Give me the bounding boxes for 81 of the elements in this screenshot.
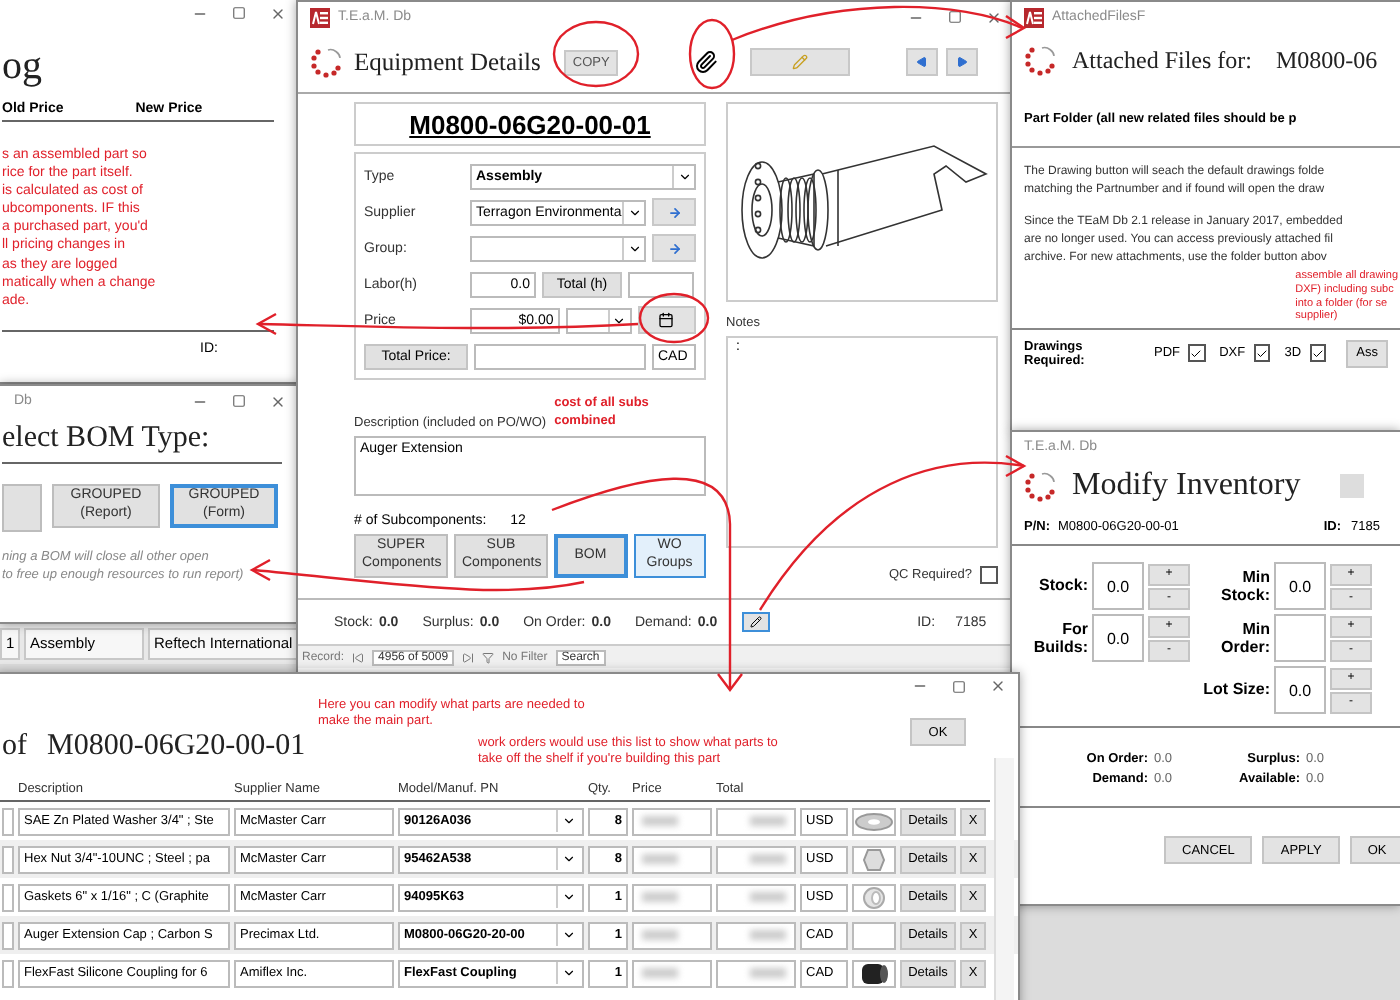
pencil-icon: [791, 54, 808, 70]
field-label: Lot Size:: [1202, 680, 1270, 700]
blurred-value: [632, 883, 712, 911]
chevron-down-icon: [561, 890, 575, 904]
annotation-ellipse: [552, 20, 640, 88]
blurred-value: [716, 921, 796, 949]
chevron-down-icon: [677, 169, 691, 183]
chevron-down-icon: [612, 313, 627, 327]
edit-button[interactable]: [741, 612, 770, 632]
chevron-down-icon: [561, 928, 575, 942]
blurred-value: [632, 921, 712, 949]
chevron-down-icon: [561, 852, 575, 866]
close-icon[interactable]: [990, 678, 1006, 694]
window-title: Modify Inventory: [1072, 468, 1301, 504]
blurred-value: [716, 883, 796, 911]
filter-icon[interactable]: [482, 651, 495, 663]
logo-icon: [310, 46, 346, 78]
maximize-icon[interactable]: [948, 10, 962, 24]
field-label: For Builds:: [1031, 619, 1088, 657]
pencil-icon: [749, 616, 762, 628]
blurred-value: [632, 807, 712, 835]
triangle-right-icon: [955, 56, 968, 68]
go-button[interactable]: [652, 198, 696, 226]
drawing-checkbox[interactable]: [1309, 344, 1327, 363]
drawing-checkbox[interactable]: [1188, 344, 1206, 363]
window-title: of: [2, 729, 27, 763]
go-button[interactable]: [652, 234, 696, 262]
number-field[interactable]: [1274, 614, 1326, 662]
last-record-icon[interactable]: [462, 651, 475, 663]
part-number: M0800-06: [1275, 45, 1378, 75]
window-title: elect BOM Type:: [2, 422, 210, 454]
calendar-icon: [658, 312, 675, 328]
field-label: Min Order:: [1219, 619, 1270, 657]
annotation-ellipse: [638, 292, 710, 344]
blurred-value: [632, 959, 712, 987]
scrollbar[interactable]: [994, 758, 1014, 1000]
previous-button[interactable]: [905, 48, 938, 76]
currency-dropdown[interactable]: [565, 307, 632, 333]
number-field[interactable]: 0.0: [1092, 614, 1144, 662]
drawing-checkbox[interactable]: [1253, 344, 1271, 363]
calendar-button[interactable]: [637, 306, 696, 334]
chevron-down-icon: [627, 241, 642, 255]
next-button[interactable]: [945, 48, 978, 76]
field-label: Min Stock:: [1219, 567, 1270, 605]
total-hours-field[interactable]: [628, 271, 694, 297]
window-title: Equipment Details: [354, 47, 541, 77]
logo-icon: [1024, 470, 1060, 502]
number-field[interactable]: 0.0: [1092, 562, 1144, 610]
number-field[interactable]: 0.0: [1274, 666, 1326, 714]
annotation-ellipse: [688, 18, 736, 90]
blurred-value: [716, 959, 796, 987]
maximize-icon[interactable]: [232, 394, 246, 408]
field-label: Stock:: [1037, 576, 1088, 596]
triangle-left-icon: [915, 56, 928, 68]
app-icon: [310, 7, 330, 27]
maximize-icon[interactable]: [232, 6, 246, 20]
image-placeholder: [1340, 474, 1365, 498]
chevron-down-icon: [561, 966, 575, 980]
part-number: M0800-06G20-00-01: [354, 102, 706, 146]
chevron-down-icon: [627, 205, 642, 219]
thumbnail: [852, 921, 896, 949]
blurred-value: [716, 845, 796, 873]
qc-checkbox[interactable]: [980, 566, 998, 584]
arrow-right-icon: [667, 241, 682, 255]
blurred-value: [716, 807, 796, 835]
arrow-right-icon: [667, 205, 682, 219]
logo-icon: [1024, 44, 1060, 76]
app-icon: [1024, 7, 1044, 27]
blurred-value: [632, 845, 712, 873]
close-icon[interactable]: [270, 5, 286, 21]
close-icon[interactable]: [270, 393, 286, 409]
first-record-icon[interactable]: [352, 651, 365, 663]
paperclip-icon[interactable]: [693, 50, 718, 74]
part-number: M0800-06G20-00-01: [47, 729, 306, 763]
chevron-down-icon: [561, 814, 575, 828]
window-title: og: [2, 44, 42, 88]
maximize-icon[interactable]: [952, 679, 966, 693]
window-title: Attached Files for:: [1072, 45, 1252, 75]
total-price-field[interactable]: [474, 343, 646, 369]
number-field[interactable]: 0.0: [1274, 562, 1326, 610]
close-icon[interactable]: [986, 9, 1002, 25]
